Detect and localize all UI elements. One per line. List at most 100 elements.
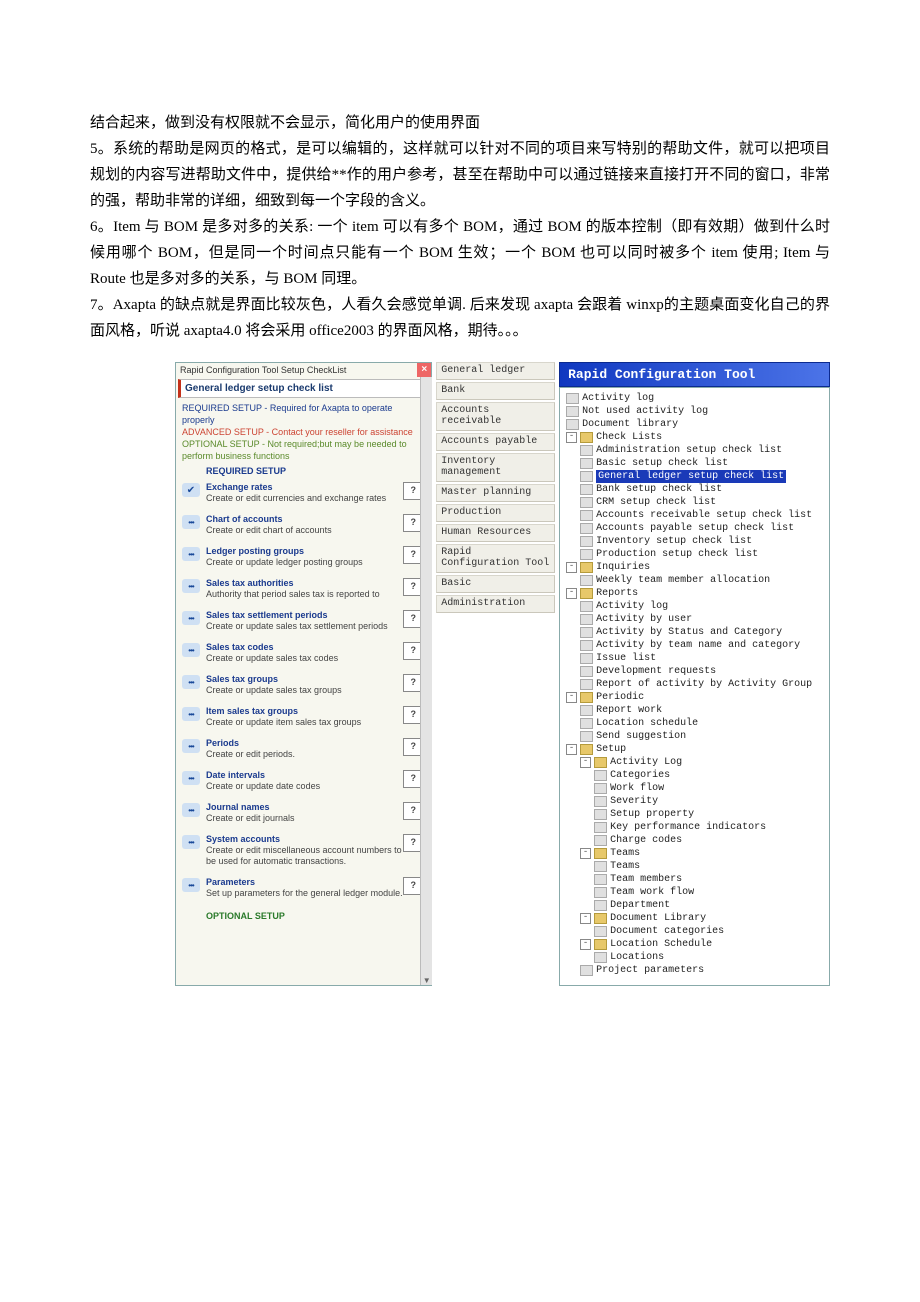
collapse-icon[interactable]: -	[566, 432, 577, 443]
tree-node[interactable]: Inventory setup check list	[562, 535, 827, 548]
status-todo-icon: •••	[182, 611, 200, 625]
module-nav-item[interactable]: Inventory management	[436, 453, 555, 482]
setup-task[interactable]: ✔Exchange ratesCreate or edit currencies…	[176, 478, 431, 510]
tree-node[interactable]: Not used activity log	[562, 405, 827, 418]
tree-node[interactable]: Development requests	[562, 665, 827, 678]
document-icon	[580, 718, 593, 729]
module-nav-item[interactable]: Administration	[436, 595, 555, 613]
document-icon	[580, 575, 593, 586]
setup-task[interactable]: •••Journal namesCreate or edit journals?	[176, 798, 431, 830]
setup-task[interactable]: •••Sales tax codesCreate or update sales…	[176, 638, 431, 670]
tree-node[interactable]: Accounts payable setup check list	[562, 522, 827, 535]
tree-node[interactable]: Issue list	[562, 652, 827, 665]
document-icon	[580, 731, 593, 742]
setup-task[interactable]: •••ParametersSet up parameters for the g…	[176, 873, 431, 905]
task-title: Journal names	[206, 802, 403, 813]
tree-node-label: Document Library	[610, 912, 706, 925]
tree-node[interactable]: -Inquiries	[562, 561, 827, 574]
tree-node[interactable]: Activity by Status and Category	[562, 626, 827, 639]
tree-node[interactable]: Key performance indicators	[562, 821, 827, 834]
module-nav-item[interactable]: Production	[436, 504, 555, 522]
tree-node[interactable]: - Document Library	[562, 912, 827, 925]
module-nav-item[interactable]: Rapid Configuration Tool	[436, 544, 555, 573]
tree-node-label: General ledger setup check list	[596, 470, 786, 483]
tree-node-label: Basic setup check list	[596, 457, 728, 470]
collapse-icon[interactable]: -	[580, 848, 591, 859]
collapse-icon[interactable]: -	[566, 562, 577, 573]
tree-node[interactable]: Document library	[562, 418, 827, 431]
tree-node-label: Reports	[596, 587, 638, 600]
document-icon	[580, 965, 593, 976]
tree-node[interactable]: CRM setup check list	[562, 496, 827, 509]
setup-task[interactable]: •••Date intervalsCreate or update date c…	[176, 766, 431, 798]
tree-node[interactable]: Activity log	[562, 392, 827, 405]
tree-node[interactable]: General ledger setup check list	[562, 470, 827, 483]
tree-node[interactable]: Bank setup check list	[562, 483, 827, 496]
tree-node[interactable]: - Reports	[562, 587, 827, 600]
tree-node[interactable]: Report work	[562, 704, 827, 717]
setup-task[interactable]: •••Ledger posting groupsCreate or update…	[176, 542, 431, 574]
tree-node[interactable]: Categories	[562, 769, 827, 782]
collapse-icon[interactable]: -	[566, 692, 577, 703]
tree-node[interactable]: -Check Lists	[562, 431, 827, 444]
tree-node[interactable]: Department	[562, 899, 827, 912]
collapse-icon[interactable]: -	[566, 744, 577, 755]
tree-node[interactable]: Teams	[562, 860, 827, 873]
legend-advanced: ADVANCED SETUP - Contact your reseller f…	[182, 426, 425, 438]
document-icon	[580, 458, 593, 469]
tree-node[interactable]: -Teams	[562, 847, 827, 860]
tree-node[interactable]: -Location Schedule	[562, 938, 827, 951]
module-nav-item[interactable]: General ledger	[436, 362, 555, 380]
setup-task[interactable]: •••PeriodsCreate or edit periods.?	[176, 734, 431, 766]
tree-node[interactable]: -Activity Log	[562, 756, 827, 769]
tree-node[interactable]: Charge codes	[562, 834, 827, 847]
module-nav-item[interactable]: Master planning	[436, 484, 555, 502]
module-nav-item[interactable]: Accounts receivable	[436, 402, 555, 431]
status-todo-icon: •••	[182, 643, 200, 657]
tree-node[interactable]: Accounts receivable setup check list	[562, 509, 827, 522]
document-icon	[580, 523, 593, 534]
module-nav-item[interactable]: Accounts payable	[436, 433, 555, 451]
tree-node[interactable]: -Setup	[562, 743, 827, 756]
module-nav-item[interactable]: Bank	[436, 382, 555, 400]
tree-node[interactable]: Team members	[562, 873, 827, 886]
tree-node[interactable]: Locations	[562, 951, 827, 964]
tree-node[interactable]: Production setup check list	[562, 548, 827, 561]
tree-node[interactable]: Location schedule	[562, 717, 827, 730]
collapse-icon[interactable]: -	[580, 939, 591, 950]
tree-node[interactable]: Report of activity by Activity Group	[562, 678, 827, 691]
setup-task[interactable]: •••Chart of accountsCreate or edit chart…	[176, 510, 431, 542]
tree-node[interactable]: Send suggestion	[562, 730, 827, 743]
document-icon	[594, 874, 607, 885]
folder-icon	[580, 432, 593, 443]
tree-node[interactable]: Activity by team name and category	[562, 639, 827, 652]
collapse-icon[interactable]: -	[580, 757, 591, 768]
setup-task[interactable]: •••Item sales tax groupsCreate or update…	[176, 702, 431, 734]
status-todo-icon: •••	[182, 579, 200, 593]
setup-task[interactable]: •••Sales tax settlement periodsCreate or…	[176, 606, 431, 638]
setup-task[interactable]: •••Sales tax authoritiesAuthority that p…	[176, 574, 431, 606]
tree-node[interactable]: Activity log	[562, 600, 827, 613]
collapse-icon[interactable]: -	[580, 913, 591, 924]
scrollbar[interactable]	[420, 377, 432, 985]
module-nav-item[interactable]: Human Resources	[436, 524, 555, 542]
tree-node[interactable]: -Periodic	[562, 691, 827, 704]
tree-node[interactable]: Severity	[562, 795, 827, 808]
tree-node[interactable]: Team work flow	[562, 886, 827, 899]
document-icon	[594, 926, 607, 937]
tree-node[interactable]: Activity by user	[562, 613, 827, 626]
tree-node[interactable]: Work flow	[562, 782, 827, 795]
setup-task[interactable]: •••System accountsCreate or edit miscell…	[176, 830, 431, 873]
tree-node[interactable]: Document categories	[562, 925, 827, 938]
tree-node[interactable]: Project parameters	[562, 964, 827, 977]
collapse-icon[interactable]: -	[566, 588, 577, 599]
task-title: Date intervals	[206, 770, 403, 781]
tree-node[interactable]: Basic setup check list	[562, 457, 827, 470]
folder-icon	[594, 913, 607, 924]
setup-task[interactable]: •••Sales tax groupsCreate or update sale…	[176, 670, 431, 702]
module-nav-item[interactable]: Basic	[436, 575, 555, 593]
tree-node[interactable]: Weekly team member allocation	[562, 574, 827, 587]
close-icon[interactable]: ×	[417, 363, 431, 377]
tree-node[interactable]: Setup property	[562, 808, 827, 821]
tree-node[interactable]: Administration setup check list	[562, 444, 827, 457]
